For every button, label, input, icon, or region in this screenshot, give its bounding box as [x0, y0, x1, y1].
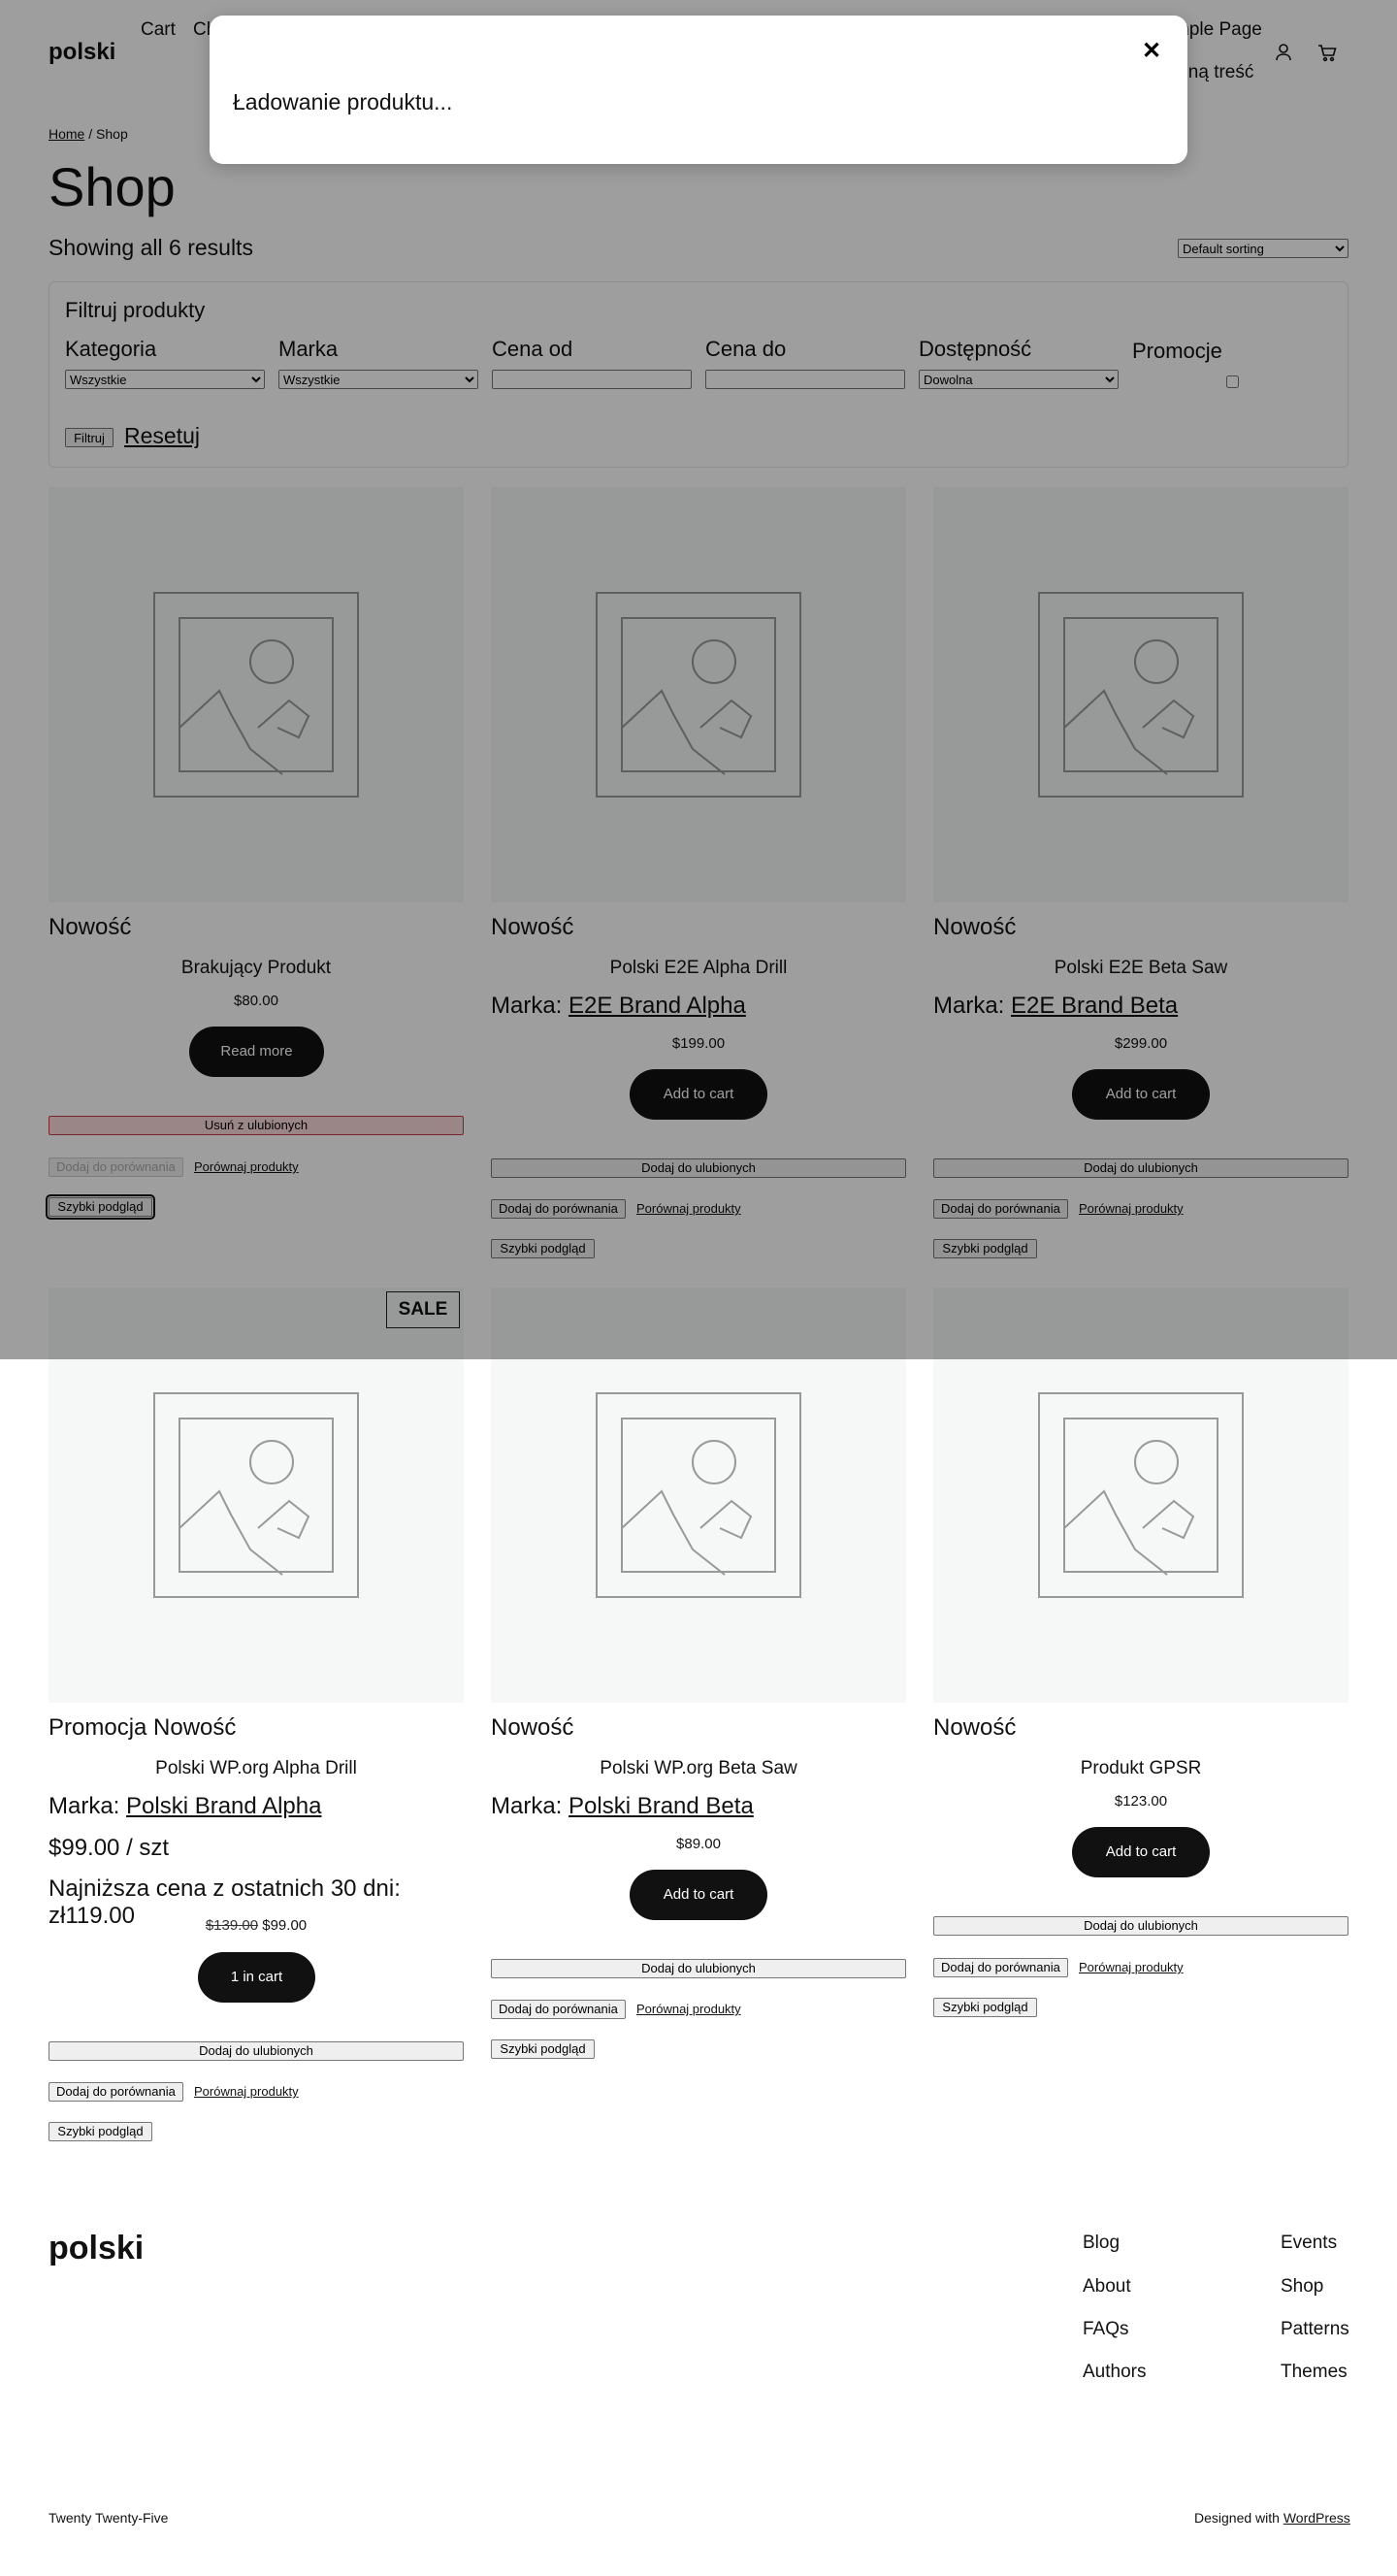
- product-tags: Promocja Nowość: [49, 1714, 237, 1741]
- add-compare-button[interactable]: Dodaj do porównania: [491, 2000, 626, 2019]
- quick-view-button[interactable]: Szybki podgląd: [933, 1998, 1037, 2017]
- designed-prefix: Designed with: [1194, 2510, 1283, 2526]
- add-favorite-button[interactable]: Dodaj do ulubionych: [49, 2041, 464, 2061]
- product-name[interactable]: Produkt GPSR: [933, 1758, 1348, 1779]
- add-compare-button[interactable]: Dodaj do porównania: [933, 1958, 1068, 1977]
- product-price: $139.00 $99.00: [49, 1917, 464, 1934]
- add-favorite-button[interactable]: Dodaj do ulubionych: [491, 1959, 906, 1978]
- in-cart-button[interactable]: 1 in cart: [198, 1952, 315, 2003]
- compare-products-link[interactable]: Porównaj produkty: [194, 2082, 299, 2102]
- placeholder-image-icon: [1038, 1392, 1244, 1598]
- brand-prefix: Marka:: [491, 1793, 569, 1819]
- placeholder-image-icon: [153, 1392, 359, 1598]
- sale-price: $99.00: [262, 1917, 308, 1934]
- brand-prefix: Marka:: [49, 1793, 127, 1819]
- footer-designed-with: Designed with WordPress: [1194, 2510, 1350, 2526]
- product-price: $89.00: [676, 1836, 721, 1852]
- product-brand: Marka: Polski Brand Alpha: [49, 1793, 321, 1820]
- product-name[interactable]: Polski WP.org Beta Saw: [491, 1758, 906, 1779]
- compare-products-link[interactable]: Porównaj produkty: [1079, 1958, 1184, 1977]
- footer-link-blog[interactable]: Blog: [1083, 2233, 1120, 2254]
- footer-link-events[interactable]: Events: [1281, 2233, 1337, 2254]
- old-price: $139.00: [205, 1917, 259, 1934]
- footer-link-shop[interactable]: Shop: [1281, 2276, 1323, 2298]
- footer-link-faqs[interactable]: FAQs: [1083, 2319, 1129, 2340]
- wordpress-link[interactable]: WordPress: [1283, 2510, 1350, 2526]
- loading-message: Ładowanie produktu...: [233, 89, 453, 114]
- footer-link-authors[interactable]: Authors: [1083, 2362, 1146, 2383]
- quick-view-button[interactable]: Szybki podgląd: [49, 2122, 152, 2141]
- product-tags: Nowość: [933, 1714, 1017, 1741]
- product-tags: Nowość: [491, 1714, 574, 1741]
- footer-link-patterns[interactable]: Patterns: [1281, 2319, 1349, 2340]
- modal-overlay[interactable]: [0, 0, 1397, 1359]
- quick-view-button[interactable]: Szybki podgląd: [491, 2039, 595, 2059]
- close-icon[interactable]: ✕: [1139, 39, 1164, 64]
- unit-price: $99.00 / szt: [49, 1835, 170, 1861]
- product-brand: Marka: Polski Brand Beta: [491, 1793, 754, 1820]
- add-favorite-button[interactable]: Dodaj do ulubionych: [933, 1916, 1348, 1936]
- quick-view-modal: ✕ Ładowanie produktu...: [210, 16, 1187, 164]
- footer-link-about[interactable]: About: [1083, 2276, 1131, 2298]
- brand-link[interactable]: Polski Brand Alpha: [126, 1793, 321, 1819]
- product-card: Nowość Produkt GPSR $123.00 Add to cart …: [933, 1288, 1348, 2141]
- footer-credit: Twenty Twenty-Five: [49, 2510, 169, 2526]
- product-card: Nowość Polski WP.org Beta Saw Marka: Pol…: [491, 1288, 906, 2141]
- placeholder-image-icon: [596, 1392, 801, 1598]
- footer-site-title[interactable]: polski: [49, 2230, 144, 2267]
- product-name[interactable]: Polski WP.org Alpha Drill: [49, 1758, 464, 1779]
- product-card: SALE Promocja Nowość Polski WP.org Alpha…: [49, 1288, 464, 2141]
- add-to-cart-button[interactable]: Add to cart: [630, 1870, 767, 1920]
- add-compare-button[interactable]: Dodaj do porównania: [49, 2082, 183, 2102]
- brand-link[interactable]: Polski Brand Beta: [569, 1793, 754, 1819]
- compare-products-link[interactable]: Porównaj produkty: [636, 2000, 741, 2019]
- footer-link-themes[interactable]: Themes: [1281, 2362, 1348, 2383]
- product-price: $123.00: [1114, 1793, 1168, 1810]
- add-to-cart-button[interactable]: Add to cart: [1072, 1827, 1210, 1877]
